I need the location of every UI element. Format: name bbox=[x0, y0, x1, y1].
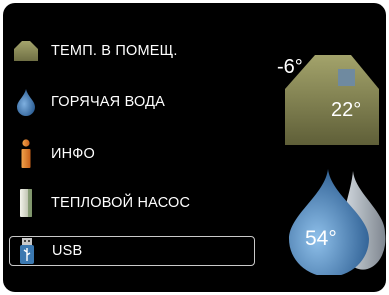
water-drop-icon bbox=[9, 87, 43, 117]
menu-item-usb[interactable]: USB bbox=[9, 236, 255, 266]
menu-item-label: ГОРЯЧАЯ ВОДА bbox=[51, 94, 166, 110]
house-icon bbox=[9, 36, 43, 66]
menu-item-label: ИНФО bbox=[51, 146, 95, 162]
menu-item-indoor-temp[interactable]: ТЕМП. В ПОМЕЩ. bbox=[9, 36, 255, 66]
menu-item-heat-pump[interactable]: ТЕПЛОВОЙ НАСОС bbox=[9, 188, 255, 218]
hot-water-temp: 54° bbox=[305, 227, 337, 250]
hot-water-drop-graphic bbox=[289, 169, 386, 275]
heat-pump-icon bbox=[9, 188, 43, 218]
usb-icon bbox=[10, 236, 44, 266]
menu-item-label: ТЕПЛОВОЙ НАСОС bbox=[51, 195, 191, 211]
menu-item-info[interactable]: ИНФО bbox=[9, 139, 255, 169]
control-panel-screen: ТЕМП. В ПОМЕЩ. ГОРЯЧАЯ ВОДА ИНФО ТЕПЛОВО… bbox=[3, 3, 386, 292]
outdoor-temp: -6° bbox=[277, 56, 303, 78]
info-icon bbox=[9, 139, 43, 169]
menu-item-hot-water[interactable]: ГОРЯЧАЯ ВОДА bbox=[9, 87, 255, 117]
menu-item-label: ТЕМП. В ПОМЕЩ. bbox=[51, 43, 178, 59]
menu-item-label: USB bbox=[52, 243, 83, 259]
indoor-temp: 22° bbox=[331, 99, 362, 121]
